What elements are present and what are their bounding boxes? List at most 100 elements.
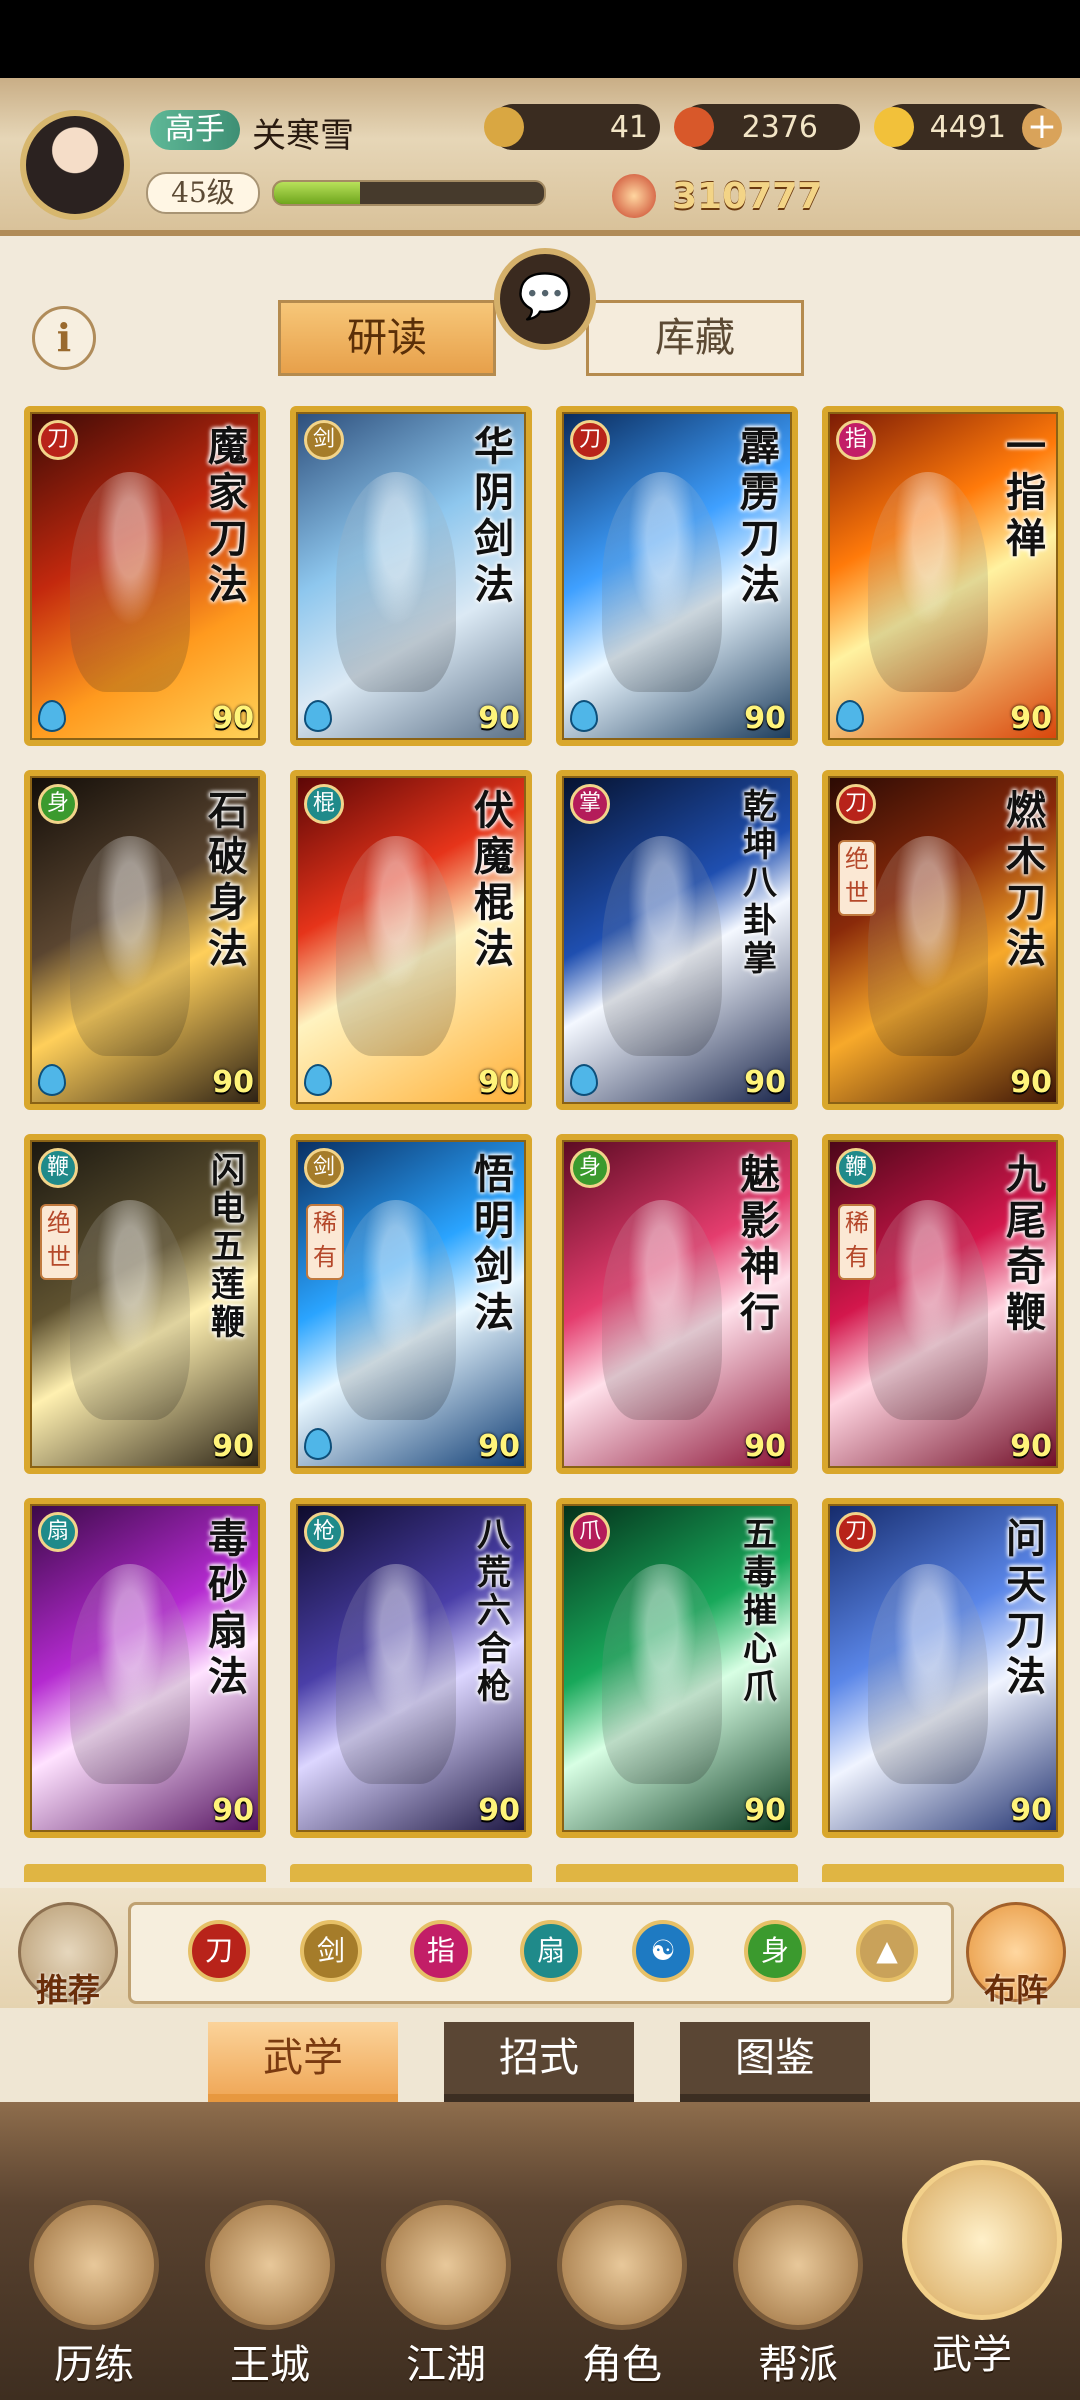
rarity-badge: 稀有 xyxy=(838,1204,876,1280)
character-art xyxy=(602,836,722,1056)
currency-flame[interactable]: 2376 xyxy=(674,104,860,150)
skill-title: 毒砂扇法 xyxy=(208,1515,248,1700)
sword-school-icon[interactable]: 剑 xyxy=(300,1920,362,1982)
skill-card[interactable]: 身 石破身法 90 xyxy=(24,770,266,1110)
skill-card[interactable]: 鞭 闪电五莲鞭 绝世 90 xyxy=(24,1134,266,1474)
tab-study[interactable]: 研读 xyxy=(278,300,496,376)
skill-level: 90 xyxy=(744,701,786,736)
subtab-catalog[interactable]: 图鉴 xyxy=(680,2022,870,2102)
blade-school-icon: 刀 xyxy=(570,420,610,460)
character-art xyxy=(70,836,190,1056)
nav-royal-city[interactable]: 王城 xyxy=(200,2200,340,2388)
training-icon xyxy=(29,2200,159,2330)
skill-level: 90 xyxy=(1010,1429,1052,1464)
skill-title: 问天刀法 xyxy=(1006,1515,1046,1700)
skill-level: 90 xyxy=(212,1793,254,1828)
finger-school-icon[interactable]: 指 xyxy=(410,1920,472,1982)
skill-card[interactable]: 指 一指禅 90 xyxy=(822,406,1064,746)
info-button[interactable]: i xyxy=(32,306,96,370)
xp-bar-fill xyxy=(274,182,361,204)
card-peek xyxy=(822,1864,1064,1882)
character-art xyxy=(336,836,456,1056)
skill-title: 五毒摧心爪 xyxy=(743,1515,777,1707)
flame-value: 2376 xyxy=(741,110,818,145)
skill-card[interactable]: 身 魅影神行 90 xyxy=(556,1134,798,1474)
copper-coin-icon xyxy=(484,107,524,147)
skill-level: 90 xyxy=(212,1065,254,1100)
fan-school-icon[interactable]: 扇 xyxy=(520,1920,582,1982)
chat-button[interactable]: 💬 xyxy=(494,248,596,350)
player-avatar[interactable] xyxy=(20,110,130,220)
sword-school-icon: 剑 xyxy=(304,1148,344,1188)
skill-title: 魔家刀法 xyxy=(208,423,248,608)
skill-card[interactable]: 爪 五毒摧心爪 90 xyxy=(556,1498,798,1838)
character-art xyxy=(336,1564,456,1784)
character-art xyxy=(336,472,456,692)
skill-card[interactable]: 刀 问天刀法 90 xyxy=(822,1498,1064,1838)
skill-title: 燃木刀法 xyxy=(1006,787,1046,972)
nav-guild[interactable]: 帮派 xyxy=(728,2200,868,2388)
subtab-moves[interactable]: 招式 xyxy=(444,2022,634,2102)
tab-collection[interactable]: 库藏 xyxy=(586,300,804,376)
skill-card[interactable]: 剑 华阴剑法 90 xyxy=(290,406,532,746)
character-art xyxy=(868,1200,988,1420)
staff-school-icon: 棍 xyxy=(304,784,344,824)
nav-label: 角色 xyxy=(582,2342,662,2388)
palm-school-icon: 掌 xyxy=(570,784,610,824)
expand-up-icon[interactable]: ▲ xyxy=(856,1920,918,1982)
skill-title: 霹雳刀法 xyxy=(740,423,780,608)
nav-jianghu[interactable]: 江湖 xyxy=(376,2200,516,2388)
flame-token-icon xyxy=(674,107,714,147)
character-art xyxy=(70,1200,190,1420)
water-drop-icon xyxy=(304,1064,332,1096)
skill-level: 90 xyxy=(1010,1793,1052,1828)
skill-card[interactable]: 枪 八荒六合枪 90 xyxy=(290,1498,532,1838)
skill-card[interactable]: 掌 乾坤八卦掌 90 xyxy=(556,770,798,1110)
nav-label: 江湖 xyxy=(406,2342,486,2388)
water-drop-icon xyxy=(38,1064,66,1096)
skill-level: 90 xyxy=(478,1065,520,1100)
nav-martial-arts[interactable]: 武学 xyxy=(902,2160,1062,2378)
skill-title: 魅影神行 xyxy=(740,1151,780,1336)
body-school-icon: 身 xyxy=(570,1148,610,1188)
palace-icon xyxy=(205,2200,335,2330)
rarity-badge: 稀有 xyxy=(306,1204,344,1280)
skill-card[interactable]: 剑 悟明剑法 稀有 90 xyxy=(290,1134,532,1474)
skill-card[interactable]: 刀 霹雳刀法 90 xyxy=(556,406,798,746)
nav-training[interactable]: 历练 xyxy=(24,2200,164,2388)
character-art xyxy=(70,1564,190,1784)
formation-label: 布阵 xyxy=(983,1971,1048,2009)
water-drop-icon xyxy=(304,1428,332,1460)
character-art xyxy=(602,1564,722,1784)
card-peek xyxy=(556,1864,798,1882)
formation-button[interactable]: 布阵 xyxy=(966,1902,1066,2009)
blade-school-icon[interactable]: 刀 xyxy=(188,1920,250,1982)
skill-title: 八荒六合枪 xyxy=(477,1515,511,1707)
skill-card[interactable]: 扇 毒砂扇法 90 xyxy=(24,1498,266,1838)
character-art xyxy=(602,472,722,692)
skill-card[interactable]: 刀 燃木刀法 绝世 90 xyxy=(822,770,1064,1110)
skill-level: 90 xyxy=(1010,701,1052,736)
rarity-badge: 绝世 xyxy=(838,840,876,916)
skill-card[interactable]: 鞭 九尾奇鞭 稀有 90 xyxy=(822,1134,1064,1474)
nav-label: 武学 xyxy=(932,2332,1012,2378)
skill-card[interactable]: 刀 魔家刀法 90 xyxy=(24,406,266,746)
nav-character[interactable]: 角色 xyxy=(552,2200,692,2388)
add-gold-button[interactable]: + xyxy=(1022,108,1062,148)
skill-level: 90 xyxy=(744,1065,786,1100)
skill-level: 90 xyxy=(212,1429,254,1464)
whip-school-icon: 鞭 xyxy=(836,1148,876,1188)
spear-school-icon: 枪 xyxy=(304,1512,344,1552)
currency-copper[interactable]: 41 xyxy=(484,104,660,150)
skill-level: 90 xyxy=(212,701,254,736)
body-school-icon[interactable]: 身 xyxy=(744,1920,806,1982)
skill-card[interactable]: 棍 伏魔棍法 90 xyxy=(290,770,532,1110)
recommend-label: 推荐 xyxy=(35,1971,100,2009)
character-icon xyxy=(557,2200,687,2330)
taiji-school-icon[interactable]: ☯ xyxy=(632,1920,694,1982)
subtab-martial-arts[interactable]: 武学 xyxy=(208,2022,398,2104)
claw-school-icon: 爪 xyxy=(570,1512,610,1552)
recommend-button[interactable]: 推荐 xyxy=(18,1902,118,2009)
skill-level: 90 xyxy=(1010,1065,1052,1100)
character-art xyxy=(868,836,988,1056)
